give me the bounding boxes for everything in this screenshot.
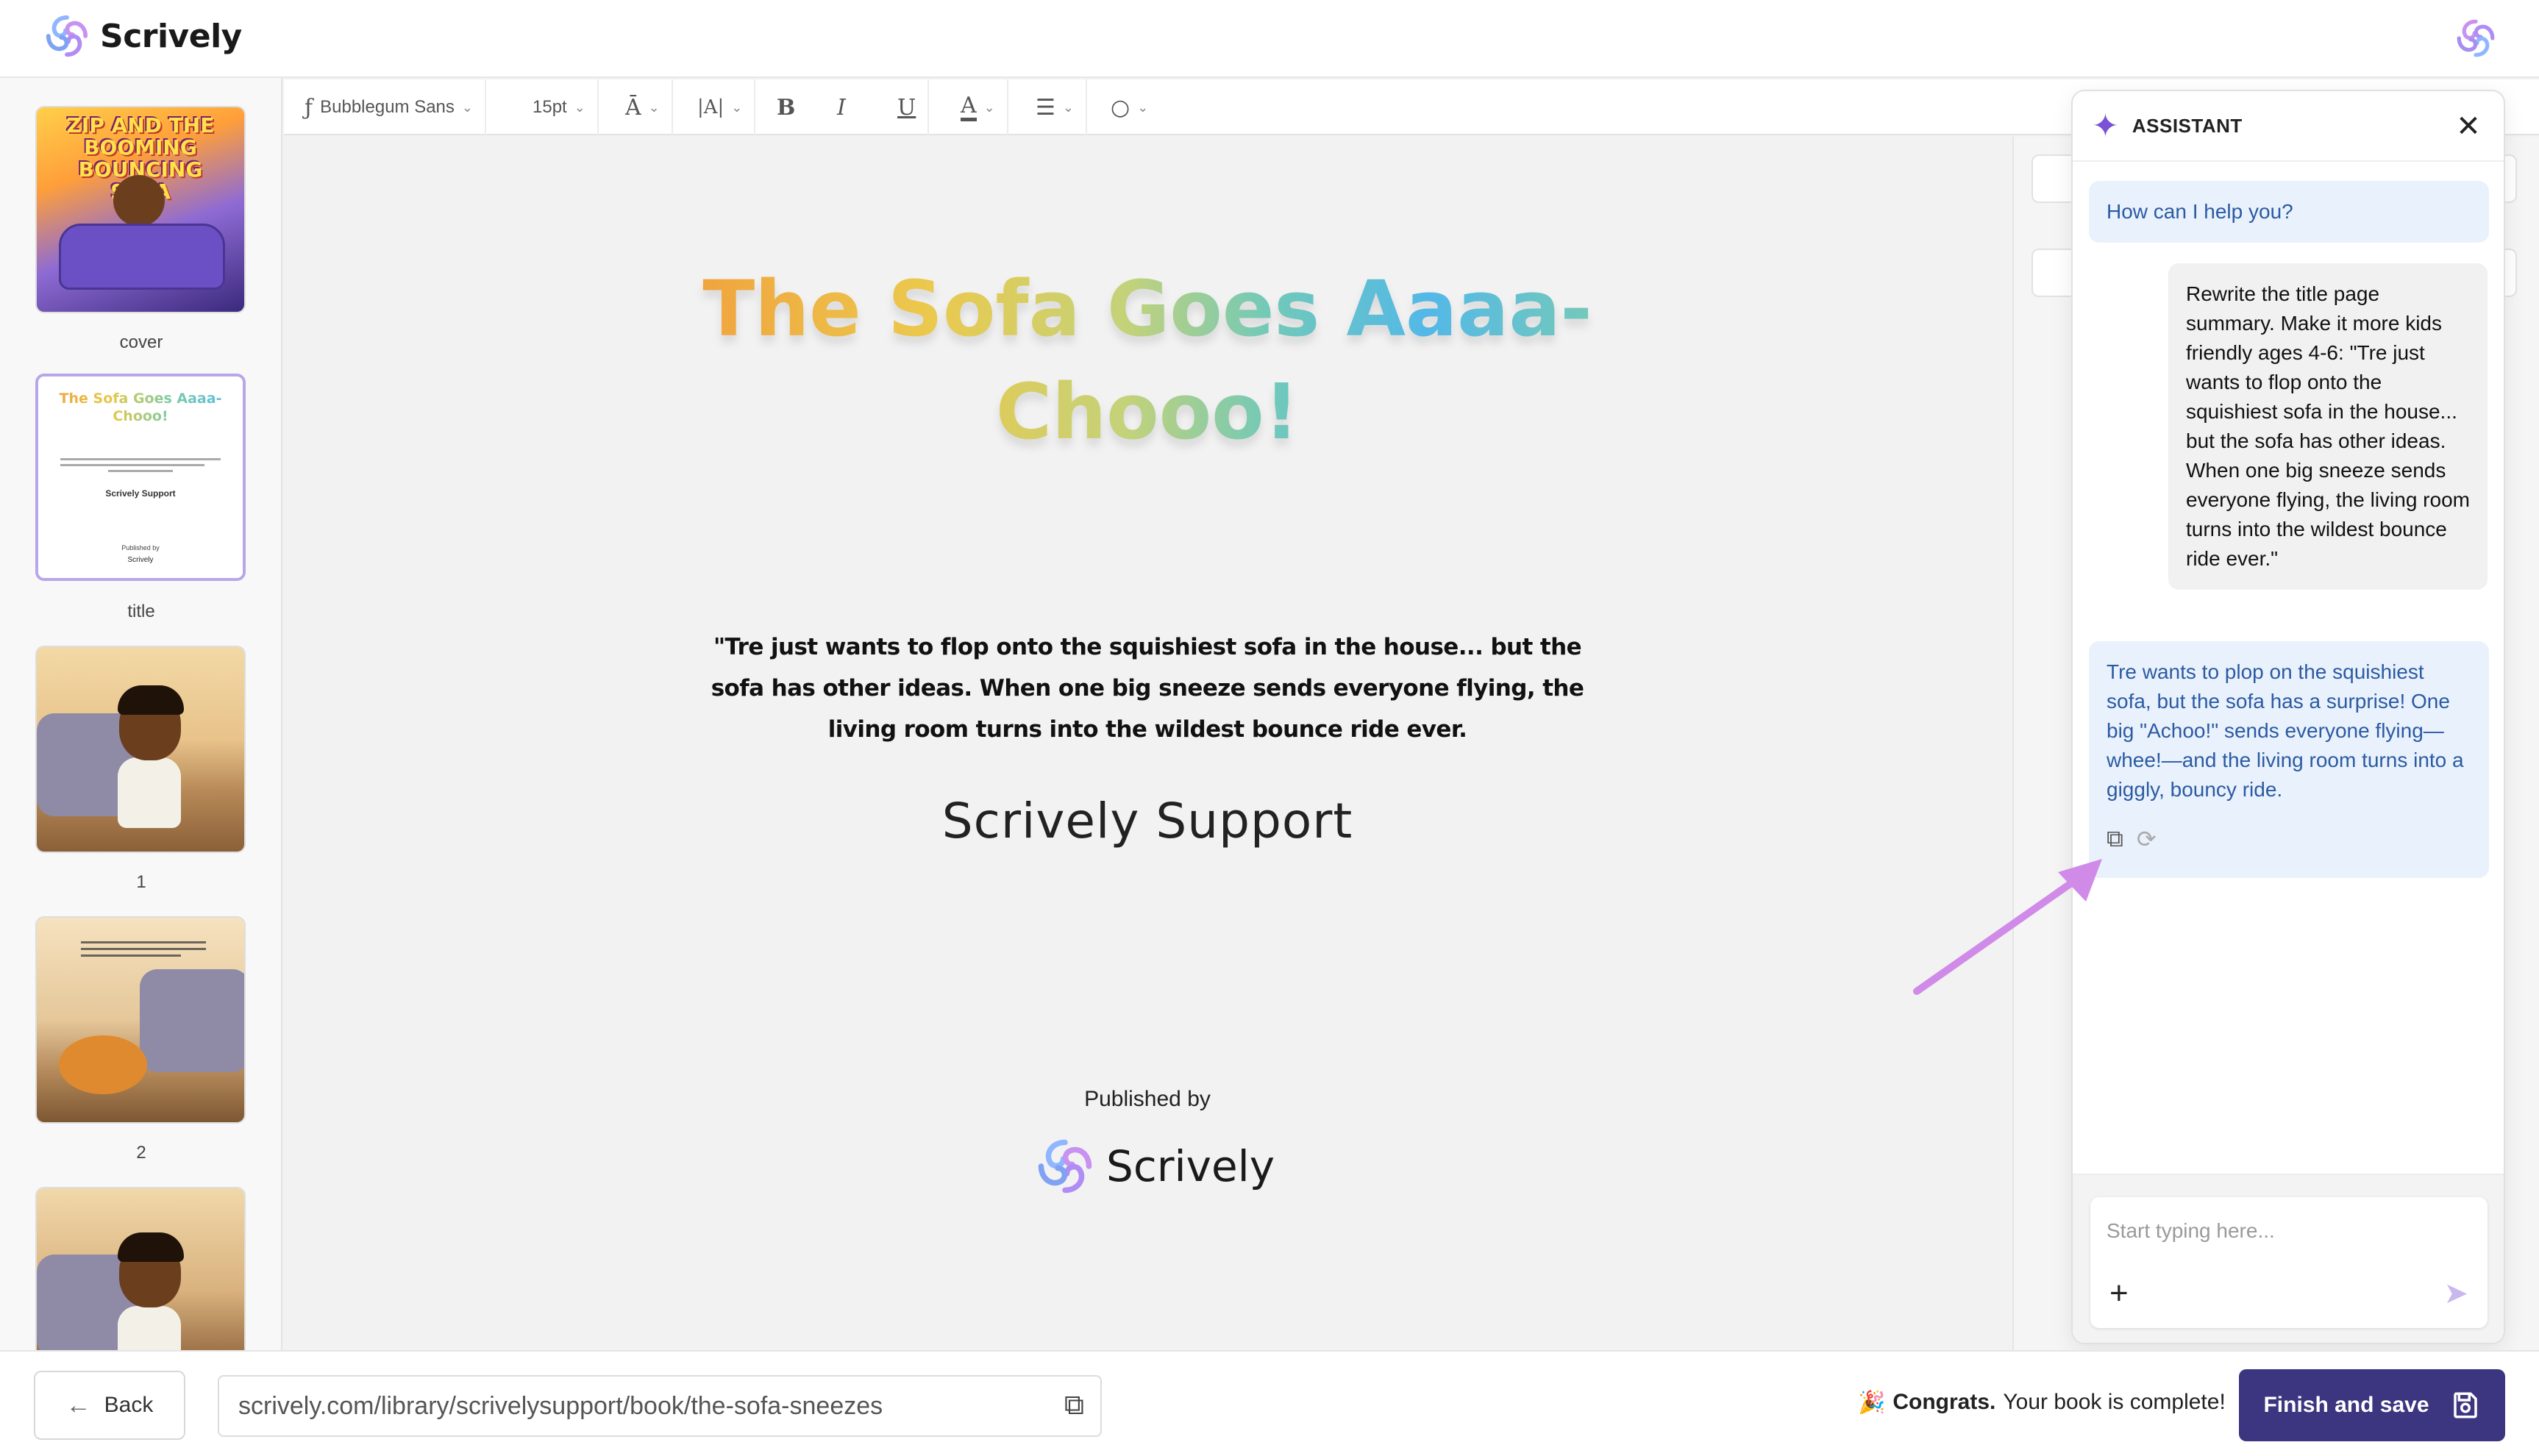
page-2-illustration	[37, 918, 244, 1122]
page-thumb-2[interactable]	[35, 916, 246, 1124]
chevron-down-icon: ⌄	[461, 99, 473, 115]
align-select[interactable]: ☰ ⌄	[1024, 79, 1087, 135]
font-icon: ƒ	[305, 94, 313, 121]
user-message: Rewrite the title page summary. Make it …	[2168, 263, 2488, 590]
assistant-panel: ✦ ASSISTANT ✕ How can I help you? Rewrit…	[2071, 90, 2505, 1344]
author-name[interactable]: Scrively Support	[853, 793, 1442, 849]
font-family-value: Bubblegum Sans	[320, 97, 455, 117]
font-family-select[interactable]: ƒ Bubblegum Sans ⌄	[293, 79, 486, 135]
page-thumb-cover[interactable]: ZIP AND THE BOOMING BOUNCING SOFA	[35, 106, 246, 313]
align-center-icon: ☰	[1036, 94, 1055, 121]
published-by-label: Published by	[1084, 1087, 1211, 1111]
bold-button[interactable]: B	[765, 79, 807, 135]
page-thumb-title[interactable]: The Sofa Goes Aaaa-Chooo! Scrively Suppo…	[35, 374, 246, 581]
page-3-illustration	[37, 1188, 244, 1350]
page-1-illustration	[37, 647, 244, 852]
page-thumb-label: cover	[119, 332, 163, 352]
chevron-down-icon: ⌄	[1137, 99, 1149, 115]
scene-text-lines	[81, 937, 206, 961]
scene-character-body	[118, 1306, 181, 1350]
page-thumb-3[interactable]	[35, 1187, 246, 1350]
party-icon: 🎉	[1858, 1391, 1886, 1415]
title-thumb-publisher: Scrively	[127, 556, 154, 564]
chat-input[interactable]	[2107, 1215, 2467, 1247]
font-size-value: 15pt	[533, 97, 567, 117]
text-color-icon: A	[961, 93, 977, 121]
back-button[interactable]: ← Back	[34, 1371, 185, 1440]
app-name: Scrively	[100, 17, 242, 55]
scene-character-hair	[118, 685, 184, 715]
chevron-down-icon: ⌄	[731, 99, 743, 115]
chevron-down-icon: ⌄	[1062, 99, 1074, 115]
scene-cat	[59, 1035, 147, 1094]
bottom-bar: ← Back scrively.com/library/scrivelysupp…	[0, 1350, 2539, 1456]
page-thumb-label: 1	[136, 872, 146, 892]
underline-icon: U	[897, 94, 916, 121]
completion-message: 🎉 Congrats. Your book is complete!	[1858, 1390, 2226, 1416]
back-label: Back	[104, 1393, 154, 1417]
publisher-name: Scrively	[1106, 1141, 1275, 1191]
font-size-select[interactable]: 15pt ⌄	[521, 79, 599, 135]
text-color-select[interactable]: A ⌄	[949, 79, 1008, 135]
app-logo[interactable]: Scrively	[44, 13, 242, 59]
cover-sofa	[59, 224, 225, 290]
scene-character-hair	[118, 1232, 184, 1262]
italic-button[interactable]: I	[825, 79, 858, 135]
annotation-arrow	[1913, 859, 2102, 995]
book-url-field[interactable]: scrively.com/library/scrivelysupport/boo…	[218, 1375, 1102, 1437]
scene-character-body	[118, 757, 181, 828]
chevron-down-icon: ⌄	[983, 99, 995, 115]
chevron-down-icon: ⌄	[574, 99, 585, 115]
bold-icon: B	[777, 94, 796, 121]
floppy-disk-icon	[2453, 1392, 2477, 1418]
sparkle-icon: ✦	[2092, 107, 2119, 144]
send-icon[interactable]: ➤	[2443, 1277, 2468, 1310]
assistant-header: ✦ ASSISTANT	[2073, 91, 2504, 162]
chevron-down-icon: ⌄	[648, 99, 660, 115]
copy-icon[interactable]: ⧉	[2107, 825, 2123, 853]
circle-icon: ○	[1111, 94, 1130, 121]
page-thumb-label: title	[127, 602, 155, 621]
refresh-icon[interactable]: ⟳	[2137, 825, 2157, 853]
top-header: Scrively	[0, 0, 2539, 78]
chat-input-box: + ➤	[2090, 1197, 2488, 1328]
page-thumbnails-sidebar: ZIP AND THE BOOMING BOUNCING SOFA cover …	[0, 78, 282, 1350]
congrats-bold: Congrats.	[1892, 1390, 1996, 1414]
title-page-preview: The Sofa Goes Aaaa-Chooo! Scrively Suppo…	[38, 377, 243, 578]
letter-spacing-icon: |A|	[697, 96, 724, 118]
line-height-icon: Ā	[625, 94, 641, 121]
page-title[interactable]: The Sofa Goes Aaaa-Chooo!	[647, 257, 1648, 463]
assistant-greeting: How can I help you?	[2089, 181, 2489, 243]
assistant-title: ASSISTANT	[2132, 114, 2243, 137]
shape-select[interactable]: ○ ⌄	[1099, 79, 1160, 135]
book-url: scrively.com/library/scrivelysupport/boo…	[238, 1391, 883, 1420]
line-height-select[interactable]: Ā ⌄	[613, 79, 673, 135]
copy-icon[interactable]: ⧉	[1064, 1390, 1084, 1421]
message-actions: ⧉ ⟳	[2107, 825, 2157, 853]
assistant-footer: + ➤	[2073, 1174, 2504, 1343]
scene-couch	[140, 969, 244, 1072]
cover-character	[113, 175, 165, 226]
title-thumb-author: Scrively Support	[105, 488, 176, 499]
plus-icon[interactable]: +	[2109, 1275, 2129, 1312]
letter-spacing-select[interactable]: |A| ⌄	[686, 79, 756, 135]
title-thumb-published: Published by	[121, 544, 160, 552]
title-thumb-summary-lines	[60, 454, 221, 476]
scrively-swirl-icon[interactable]	[2455, 18, 2496, 59]
congrats-text: Your book is complete!	[2003, 1390, 2226, 1414]
underline-button[interactable]: U	[886, 79, 930, 135]
page-thumb-label: 2	[136, 1143, 146, 1163]
arrow-left-icon: ←	[65, 1391, 91, 1419]
italic-icon: I	[837, 94, 846, 121]
title-page-summary[interactable]: "Tre just wants to flop onto the squishi…	[691, 627, 1603, 750]
finish-and-save-button[interactable]: Finish and save	[2239, 1369, 2505, 1441]
title-thumb-heading: The Sofa Goes Aaaa-Chooo!	[50, 390, 231, 425]
finish-label: Finish and save	[2263, 1393, 2429, 1417]
scrively-swirl-icon	[1038, 1139, 1092, 1193]
scrively-swirl-icon	[46, 15, 88, 57]
cover-illustration: ZIP AND THE BOOMING BOUNCING SOFA	[37, 107, 244, 312]
publisher-logo: Scrively	[1036, 1137, 1275, 1196]
page-thumb-1[interactable]	[35, 646, 246, 853]
close-icon[interactable]: ✕	[2449, 107, 2488, 146]
